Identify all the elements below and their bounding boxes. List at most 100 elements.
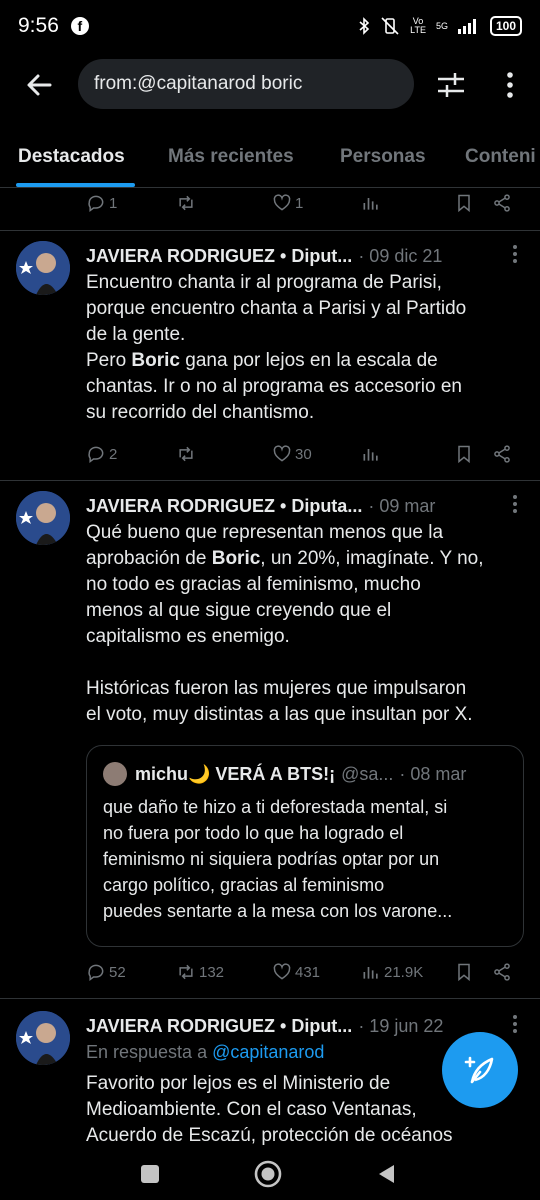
tweet-date: · 09 mar xyxy=(368,495,436,516)
tweet-more-button[interactable] xyxy=(510,243,520,270)
retweet-icon xyxy=(179,446,193,462)
tweet-header: JAVIERA RODRIGUEZ • Diput... · 19 jun 22 xyxy=(86,1013,526,1039)
quoted-date: · 08 mar xyxy=(399,763,467,784)
quoted-author-name: michu🌙 VERÁ A BTS!¡ xyxy=(135,763,336,784)
retweet-button[interactable] xyxy=(176,444,196,464)
more-vertical-icon xyxy=(513,495,517,513)
like-count: 30 xyxy=(295,445,312,463)
views-button[interactable] xyxy=(361,193,381,213)
more-options-button[interactable] xyxy=(498,68,522,102)
views-button[interactable]: 21.9K xyxy=(361,962,423,982)
share-icon xyxy=(494,963,510,981)
share-icon xyxy=(494,194,510,212)
search-input[interactable]: from:@capitanarod boric xyxy=(78,59,414,109)
quoted-tweet-header: michu🌙 VERÁ A BTS!¡ @sa... · 08 mar xyxy=(103,762,466,786)
tab-contenido[interactable]: Conteni xyxy=(465,146,536,168)
bookmark-button[interactable] xyxy=(454,193,474,213)
like-icon xyxy=(273,194,291,211)
quoted-avatar xyxy=(103,762,127,786)
tweet-text: Encuentro chanta ir al programa de Paris… xyxy=(86,272,467,423)
share-icon xyxy=(494,445,510,463)
profile-photo-icon xyxy=(16,491,70,545)
nav-home-icon xyxy=(254,1160,282,1188)
avatar[interactable] xyxy=(16,241,70,295)
tweet-header: JAVIERA RODRIGUEZ • Diput... · 09 dic 21 xyxy=(86,243,526,269)
search-results-feed[interactable]: 1 1 JAVIERA RODRIGUEZ • Diput... · 09 di… xyxy=(0,188,540,1150)
like-button[interactable]: 1 xyxy=(272,193,303,213)
status-icons: Vo LTE 5G 100 xyxy=(358,16,522,36)
like-count: 1 xyxy=(295,194,304,212)
system-back-button[interactable] xyxy=(366,1156,406,1192)
tweet-more-button[interactable] xyxy=(510,493,520,520)
profile-photo-icon xyxy=(16,1011,70,1065)
views-icon xyxy=(363,198,378,210)
tab-destacados[interactable]: Destacados xyxy=(18,146,125,168)
like-button[interactable]: 431 xyxy=(272,962,320,982)
retweet-button[interactable]: 132 xyxy=(176,962,224,982)
highlighted-term: Boric xyxy=(131,350,180,371)
profile-photo-icon xyxy=(16,241,70,295)
nav-square-icon xyxy=(141,1165,159,1183)
share-button[interactable] xyxy=(492,444,512,464)
bookmark-icon xyxy=(458,445,470,464)
reply-context: En respuesta a @capitanarod xyxy=(86,1042,325,1062)
reply-icon xyxy=(88,964,104,981)
share-button[interactable] xyxy=(492,962,512,982)
compose-icon xyxy=(464,1056,494,1084)
reply-icon xyxy=(88,446,104,463)
tab-mas-recientes[interactable]: Más recientes xyxy=(168,146,294,168)
like-count: 431 xyxy=(295,963,321,981)
tweet-date: · 09 dic 21 xyxy=(358,245,443,266)
share-button[interactable] xyxy=(492,193,512,213)
back-button[interactable] xyxy=(22,68,56,102)
more-vertical-icon xyxy=(513,245,517,263)
vibrate-off-icon xyxy=(381,17,399,35)
avatar[interactable] xyxy=(16,1011,70,1065)
reply-count: 2 xyxy=(109,445,118,463)
tab-personas[interactable]: Personas xyxy=(340,146,426,168)
reply-button[interactable]: 52 xyxy=(86,962,126,982)
status-time: 9:56 xyxy=(18,14,59,37)
tweet-header: JAVIERA RODRIGUEZ • Diputa... · 09 mar xyxy=(86,493,526,519)
compose-post-button[interactable] xyxy=(442,1032,518,1108)
retweet-icon xyxy=(179,964,193,980)
like-icon xyxy=(273,963,291,980)
more-vertical-icon xyxy=(513,1015,517,1033)
bookmark-icon xyxy=(458,194,470,213)
views-button[interactable] xyxy=(361,444,381,464)
reply-button[interactable]: 2 xyxy=(86,444,117,464)
volte-indicator: Vo LTE xyxy=(410,16,426,35)
reply-handle-link[interactable]: @capitanarod xyxy=(212,1042,324,1062)
signal-icon xyxy=(457,19,476,34)
reply-count: 52 xyxy=(109,963,126,981)
author-name[interactable]: JAVIERA RODRIGUEZ • Diputa... xyxy=(86,496,362,517)
view-count: 21.9K xyxy=(384,963,424,981)
facebook-notification-icon: f xyxy=(70,17,89,35)
like-button[interactable]: 30 xyxy=(272,444,312,464)
more-vertical-icon xyxy=(507,72,513,98)
search-filter-button[interactable] xyxy=(436,70,466,100)
quoted-tweet[interactable]: michu🌙 VERÁ A BTS!¡ @sa... · 08 mar que … xyxy=(86,745,524,947)
recents-button[interactable] xyxy=(130,1156,170,1192)
like-icon xyxy=(273,445,291,462)
search-query: from:@capitanarod boric xyxy=(94,73,303,94)
search-tabs: Destacados Más recientes Personas Conten… xyxy=(0,128,540,188)
tweet-more-button[interactable] xyxy=(510,1013,520,1040)
bookmark-button[interactable] xyxy=(454,962,474,982)
views-icon xyxy=(363,449,378,461)
tweet[interactable]: JAVIERA RODRIGUEZ • Diputa... · 09 mar Q… xyxy=(0,481,540,997)
back-arrow-icon xyxy=(27,74,52,96)
filter-sliders-icon xyxy=(438,73,464,97)
tweet-date: · 19 jun 22 xyxy=(358,1015,444,1036)
avatar[interactable] xyxy=(16,491,70,545)
tweet-actions: 52 132 431 21.9K xyxy=(86,959,526,989)
active-tab-indicator xyxy=(16,183,135,187)
tweet[interactable]: JAVIERA RODRIGUEZ • Diput... · 09 dic 21… xyxy=(0,231,540,479)
bookmark-button[interactable] xyxy=(454,444,474,464)
reply-button[interactable]: 1 xyxy=(86,193,117,213)
retweet-button[interactable] xyxy=(176,193,196,213)
tweet-actions: 2 30 xyxy=(86,441,526,471)
home-button[interactable] xyxy=(248,1156,288,1192)
author-name[interactable]: JAVIERA RODRIGUEZ • Diput... xyxy=(86,1016,352,1037)
author-name[interactable]: JAVIERA RODRIGUEZ • Diput... xyxy=(86,246,352,267)
